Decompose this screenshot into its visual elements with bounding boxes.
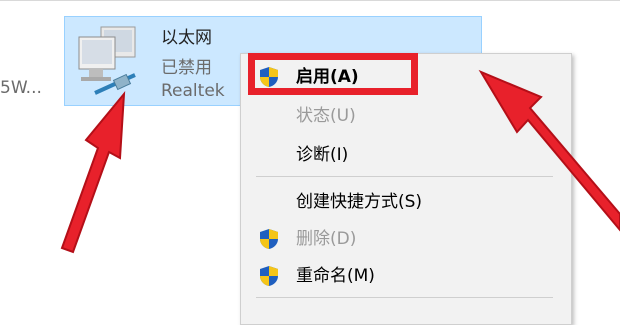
menu-item-status[interactable]: 状态(U) [241,101,571,131]
menu-item-rename[interactable]: 重命名(M) [241,261,571,291]
network-computer-icon [78,26,136,95]
menu-item-label: 状态(U) [296,106,356,126]
menu-item-label: 重命名(M) [296,266,375,286]
uac-shield-icon [260,266,278,286]
menu-item-diagnose[interactable]: 诊断(I) [241,140,571,170]
uac-shield-icon [260,229,278,249]
menu-separator [256,297,553,298]
top-divider [0,0,620,1]
menu-item-label: 删除(D) [296,229,357,249]
arrow-left [60,90,126,254]
menu-item-delete[interactable]: 删除(D) [241,224,571,254]
adjacent-adapter-label[interactable]: 5W... [0,78,42,98]
menu-separator [256,176,553,177]
adapter-status: 已禁用 [161,58,212,78]
adapter-driver: Realtek [161,81,225,101]
menu-item-create-shortcut[interactable]: 创建快捷方式(S) [241,187,571,217]
menu-item-label: 诊断(I) [296,145,349,165]
adapter-name: 以太网 [161,28,212,48]
highlight-box [248,53,418,95]
menu-item-label: 创建快捷方式(S) [296,192,423,212]
